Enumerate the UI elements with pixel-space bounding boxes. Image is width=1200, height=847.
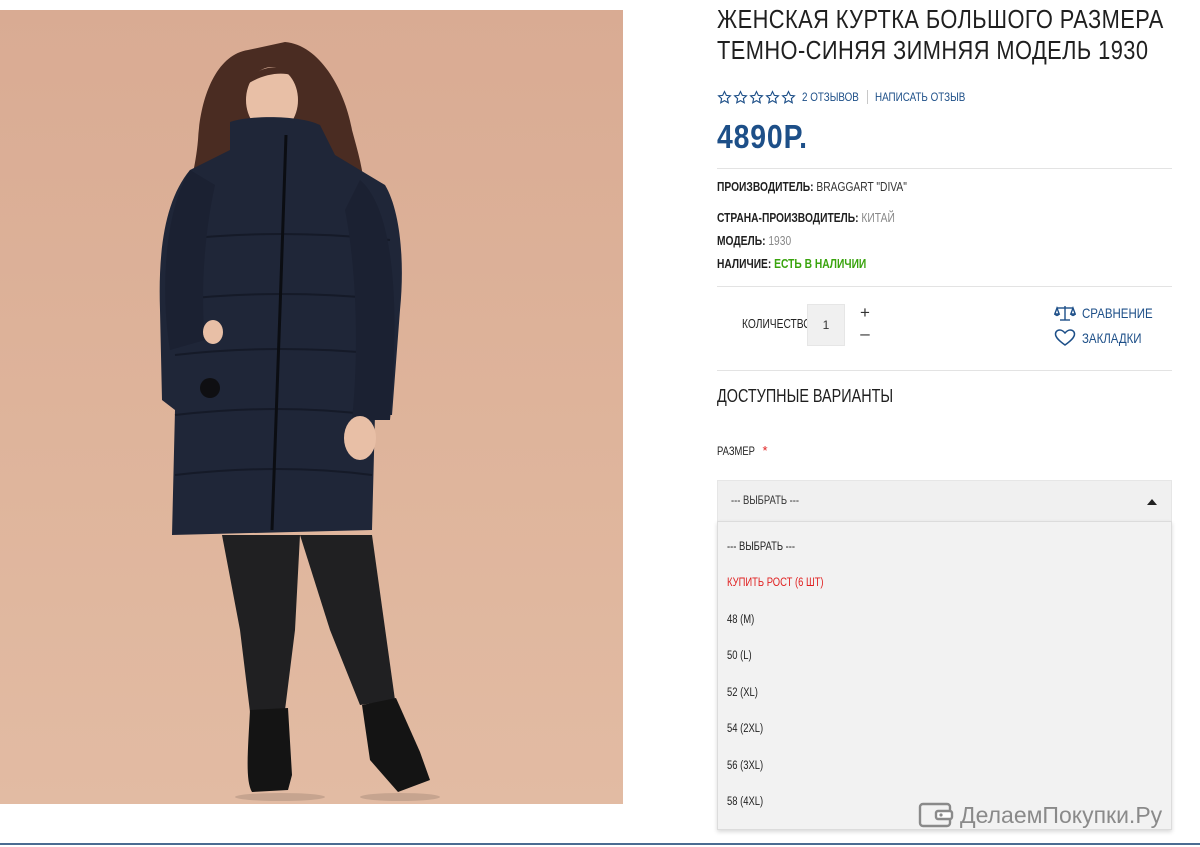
size-select[interactable]: --- ВЫБРАТЬ --- bbox=[717, 480, 1172, 522]
size-option-label: 48 (M) bbox=[727, 614, 755, 626]
required-marker: * bbox=[762, 443, 768, 458]
product-price: 4890Р. bbox=[717, 118, 823, 156]
star-icon bbox=[749, 89, 764, 104]
size-label-text: РАЗМЕР bbox=[717, 446, 755, 458]
quantity-increase-button[interactable]: + bbox=[858, 304, 872, 321]
star-icon bbox=[733, 89, 748, 104]
star-icon bbox=[717, 89, 732, 104]
size-option[interactable]: 52 (XL) bbox=[727, 687, 765, 699]
spec-country: СТРАНА-ПРОИЗВОДИТЕЛЬ: КИТАЙ bbox=[717, 211, 934, 225]
divider bbox=[867, 90, 868, 104]
quantity-label-text: КОЛИЧЕСТВО bbox=[742, 317, 812, 331]
product-photo-illustration bbox=[159, 42, 440, 801]
quantity-input[interactable]: 1 bbox=[807, 304, 845, 346]
spec-label: СТРАНА-ПРОИЗВОДИТЕЛЬ: bbox=[717, 211, 859, 225]
size-field-label: РАЗМЕР * bbox=[717, 443, 768, 458]
bottom-border bbox=[0, 843, 1200, 845]
watermark: ДелаемПокупки.Ру bbox=[918, 800, 1162, 830]
spec-label: ПРОИЗВОДИТЕЛЬ: bbox=[717, 180, 814, 194]
size-select-value: --- ВЫБРАТЬ --- bbox=[731, 495, 800, 507]
star-icon bbox=[765, 89, 780, 104]
write-review-link[interactable]: НАПИСАТЬ ОТЗЫВ bbox=[875, 90, 965, 104]
manufacturer-link[interactable]: BRAGGART "DIVA" bbox=[816, 180, 906, 194]
size-option[interactable]: --- ВЫБРАТЬ --- bbox=[727, 541, 810, 553]
size-dropdown-list: --- ВЫБРАТЬ --- КУПИТЬ РОСТ (6 ШТ) 48 (M… bbox=[717, 521, 1172, 830]
compare-button[interactable]: СРАВНЕНИЕ bbox=[1054, 304, 1168, 322]
availability-status: ЕСТЬ В НАЛИЧИИ bbox=[774, 257, 867, 271]
size-option-label: 58 (4XL) bbox=[727, 796, 764, 808]
divider bbox=[717, 168, 1172, 169]
watermark-text: ДелаемПокупки.Ру bbox=[960, 801, 1163, 828]
price-value: 4890Р. bbox=[717, 118, 808, 155]
quantity-decrease-button[interactable]: – bbox=[858, 325, 872, 342]
caret-up-icon bbox=[1147, 499, 1157, 505]
product-title-line1: ЖЕНСКАЯ КУРТКА БОЛЬШОГО РАЗМЕРА bbox=[717, 4, 1164, 34]
size-option-label: 52 (XL) bbox=[727, 687, 758, 699]
reviews-link[interactable]: 2 ОТЗЫВОВ bbox=[802, 90, 859, 104]
compare-label: СРАВНЕНИЕ bbox=[1082, 305, 1153, 321]
size-option[interactable]: 56 (3XL) bbox=[727, 760, 771, 772]
scales-icon bbox=[1054, 305, 1076, 321]
spec-label: НАЛИЧИЕ: bbox=[717, 257, 772, 271]
bookmarks-button[interactable]: ЗАКЛАДКИ bbox=[1054, 329, 1155, 347]
size-option[interactable]: 58 (4XL) bbox=[727, 796, 771, 808]
spec-label: МОДЕЛЬ: bbox=[717, 234, 766, 248]
divider bbox=[717, 286, 1172, 287]
spec-value: 1930 bbox=[768, 234, 792, 248]
heart-icon bbox=[1054, 329, 1076, 346]
size-option[interactable]: 50 (L) bbox=[727, 650, 757, 662]
divider bbox=[717, 370, 1172, 371]
size-option-label: 50 (L) bbox=[727, 650, 752, 662]
size-option-label: КУПИТЬ РОСТ (6 ШТ) bbox=[727, 577, 824, 589]
spec-value: КИТАЙ bbox=[861, 211, 895, 225]
spec-availability: НАЛИЧИЕ: ЕСТЬ В НАЛИЧИИ bbox=[717, 257, 899, 271]
product-title-line2: ТЕМНО-СИНЯЯ ЗИМНЯЯ МОДЕЛЬ 1930 bbox=[717, 35, 1149, 65]
size-option-label: --- ВЫБРАТЬ --- bbox=[727, 541, 796, 553]
size-option[interactable]: 54 (2XL) bbox=[727, 723, 771, 735]
size-option-buy-height[interactable]: КУПИТЬ РОСТ (6 ШТ) bbox=[727, 577, 845, 589]
size-option-label: 54 (2XL) bbox=[727, 723, 764, 735]
variants-heading: ДОСТУПНЫЕ ВАРИАНТЫ bbox=[717, 386, 937, 407]
spec-model: МОДЕЛЬ: 1930 bbox=[717, 234, 807, 248]
bookmarks-label: ЗАКЛАДКИ bbox=[1082, 330, 1142, 346]
star-icon bbox=[781, 89, 796, 104]
rating-stars[interactable] bbox=[717, 89, 796, 105]
product-title: ЖЕНСКАЯ КУРТКА БОЛЬШОГО РАЗМЕРА ТЕМНО-СИ… bbox=[717, 4, 1187, 66]
size-option[interactable]: 48 (M) bbox=[727, 614, 760, 626]
product-image[interactable] bbox=[0, 10, 623, 804]
rating-row: 2 ОТЗЫВОВ НАПИСАТЬ ОТЗЫВ bbox=[717, 88, 985, 106]
size-option-label: 56 (3XL) bbox=[727, 760, 764, 772]
variants-heading-text: ДОСТУПНЫЕ ВАРИАНТЫ bbox=[717, 386, 894, 406]
wallet-icon bbox=[918, 802, 954, 828]
spec-manufacturer: ПРОИЗВОДИТЕЛЬ: BRAGGART "DIVA" bbox=[717, 180, 949, 194]
